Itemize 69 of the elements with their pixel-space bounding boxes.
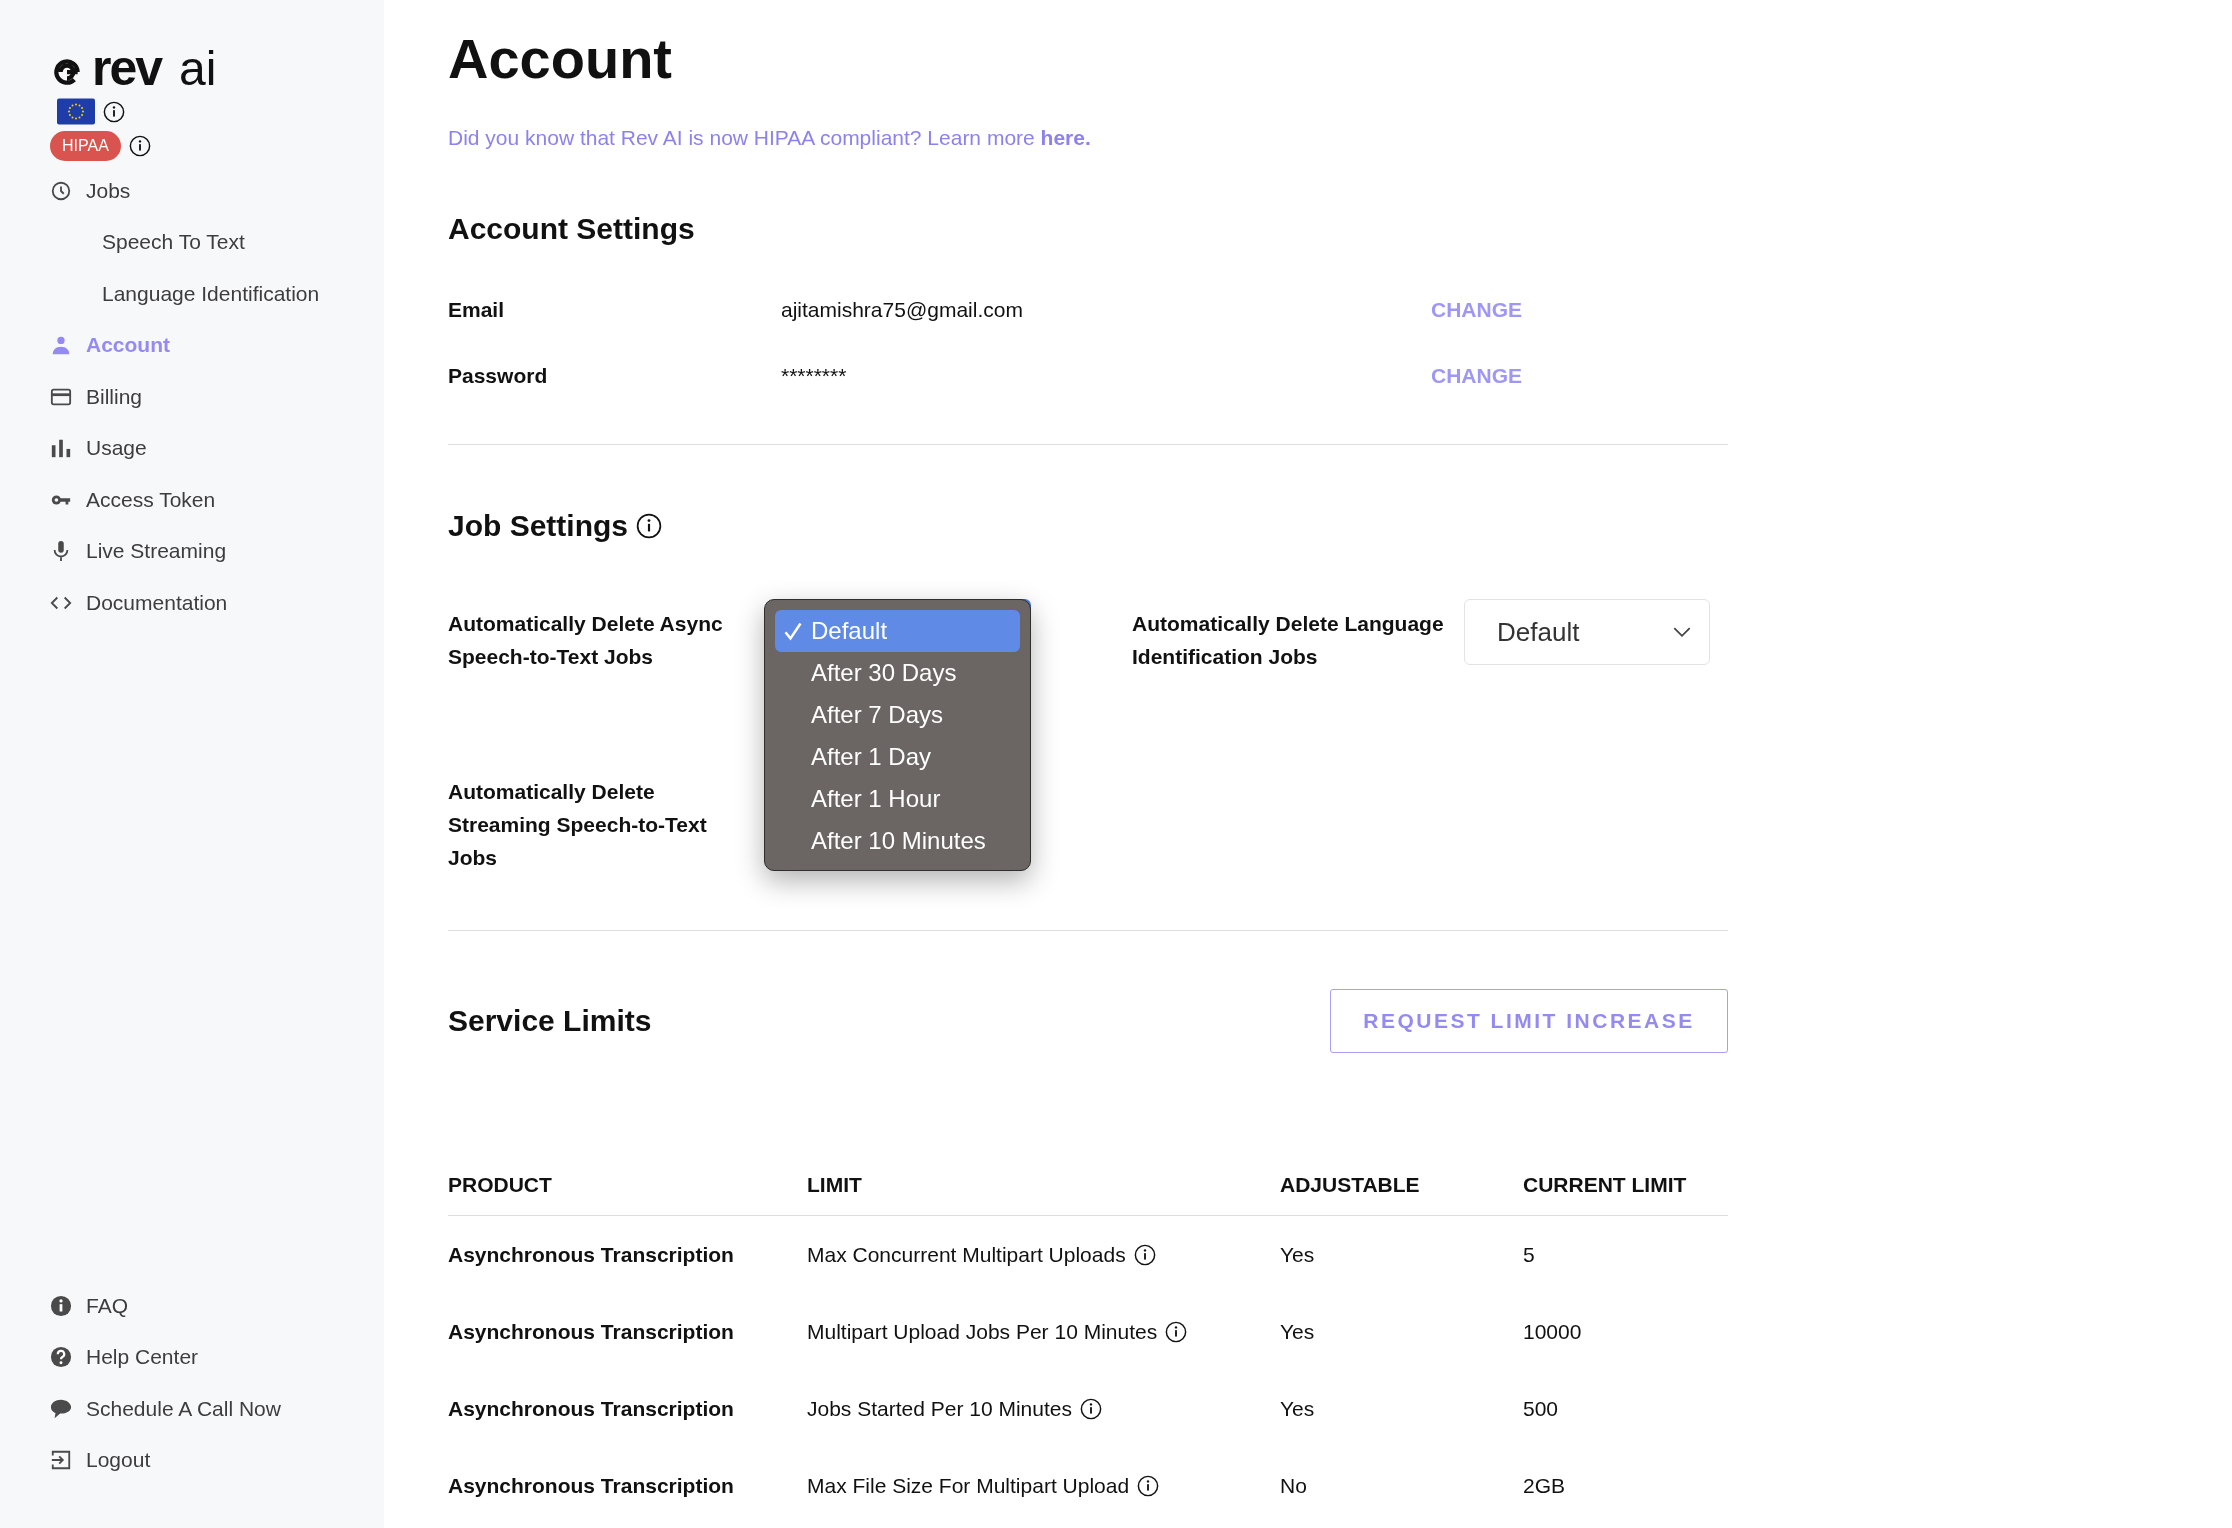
field-value: ajitamishra75@gmail.com: [781, 298, 1024, 322]
dropdown-select[interactable]: Default: [1464, 599, 1710, 665]
field-value: ********: [781, 364, 848, 388]
table-cell-text: 2GB: [1523, 1472, 1567, 1499]
section-title: Job Settings: [448, 509, 628, 543]
table-cell-text: 5: [1523, 1241, 1536, 1268]
section-title: Service Limits: [448, 1004, 652, 1038]
table-cell-text: Asynchronous Transcription: [448, 1395, 735, 1422]
dropdown-option[interactable]: After 30 Days: [775, 652, 1020, 694]
table-cell-text: 500: [1523, 1395, 1560, 1422]
dropdown-option[interactable]: After 10 Minutes: [775, 820, 1020, 862]
column-header: ADJUSTABLE: [1280, 1173, 1421, 1198]
person-icon: [50, 334, 72, 357]
nav-item[interactable]: FAQ: [50, 1280, 384, 1332]
nav-item[interactable]: Billing: [50, 371, 384, 423]
table-cell: Max File Size For Multipart Upload: [807, 1473, 1130, 1498]
table-cell: Multipart Upload Jobs Per 10 Minutes: [807, 1319, 1158, 1344]
nav-item[interactable]: Usage: [50, 422, 384, 474]
field-label: Password: [448, 364, 549, 388]
setting-label: Automatically Delete Streaming Speech-to-Text Jobs: [448, 779, 708, 871]
info-icon[interactable]: [103, 100, 125, 123]
info-icon: [50, 1294, 72, 1317]
table-cell-text: Yes: [1280, 1395, 1316, 1422]
nav-item[interactable]: Schedule A Call Now: [50, 1383, 384, 1435]
table-cell-text: Asynchronous Transcription: [448, 1472, 735, 1499]
hipaa-notice: Did you know that Rev AI is now HIPAA compliant? Learn more here.: [448, 126, 1092, 150]
speech-bubble-icon: [50, 1397, 72, 1420]
info-icon[interactable]: [1080, 1397, 1102, 1420]
column-header: LIMIT: [807, 1173, 863, 1198]
nav-item[interactable]: Jobs: [50, 165, 384, 217]
nav-item[interactable]: Logout: [50, 1434, 384, 1486]
field-label: Email: [448, 298, 506, 322]
setting-label: Automatically Delete Language Identification Jobs: [1132, 611, 1444, 670]
nav-item[interactable]: Access Token: [50, 474, 384, 526]
column-header: CURRENT LIMIT: [1523, 1173, 1688, 1198]
info-icon[interactable]: [1165, 1320, 1188, 1343]
table-cell-text: Asynchronous Transcription: [448, 1241, 735, 1268]
dropdown-option[interactable]: After 1 Hour: [775, 778, 1020, 820]
table-cell-text: Asynchronous Transcription: [448, 1318, 735, 1345]
help-icon: [50, 1346, 72, 1369]
table-cell-text: Yes: [1280, 1241, 1316, 1268]
nav-item[interactable]: Live Streaming: [50, 525, 384, 577]
checkmark-icon: [783, 621, 803, 641]
chevron-down-icon: [1673, 626, 1691, 638]
logout-icon: [50, 1449, 72, 1472]
info-icon[interactable]: [1133, 1243, 1156, 1266]
dropdown-option[interactable]: After 7 Days: [775, 694, 1020, 736]
table-cell-text: Yes: [1280, 1318, 1316, 1345]
clock-icon: [50, 179, 72, 202]
setting-label: Automatically Delete Async Speech-to-Text Jobs: [448, 611, 724, 670]
table-cell: Jobs Started Per 10 Minutes: [807, 1396, 1072, 1421]
info-icon[interactable]: [128, 135, 151, 157]
flag-icon: [57, 98, 95, 125]
logo[interactable]: rev ai: [50, 44, 384, 92]
dropdown-option[interactable]: After 1 Day: [775, 736, 1020, 778]
nav-subitem[interactable]: Language Identification: [50, 268, 384, 320]
table-cell-text: 10000: [1523, 1318, 1583, 1345]
bar-chart-icon: [50, 437, 72, 460]
table-cell-text: No: [1280, 1472, 1308, 1499]
nav-item[interactable]: Documentation: [50, 577, 384, 629]
nav-subitem[interactable]: Speech To Text: [50, 216, 384, 268]
hipaa-badge: HIPAA: [50, 131, 121, 161]
page-title: Account: [448, 26, 673, 92]
column-header: PRODUCT: [448, 1173, 553, 1198]
nav-item[interactable]: Help Center: [50, 1331, 384, 1383]
section-title: Account Settings: [448, 212, 696, 246]
info-icon[interactable]: [1137, 1474, 1160, 1497]
info-icon[interactable]: [636, 513, 662, 539]
table-cell: Max Concurrent Multipart Uploads: [807, 1242, 1126, 1267]
